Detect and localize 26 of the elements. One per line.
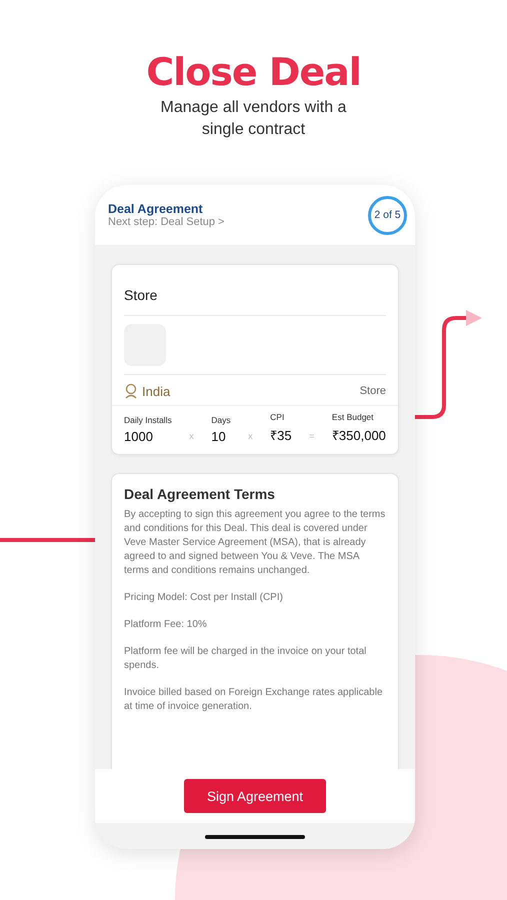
step-indicator: 2 of 5 bbox=[368, 196, 407, 234]
sign-agreement-button[interactable]: Sign Agreement bbox=[184, 779, 326, 813]
store-type: Store bbox=[360, 385, 386, 397]
store-title: Store bbox=[124, 265, 386, 316]
metric-value: ₹350,000 bbox=[332, 427, 386, 444]
terms-paragraph: Pricing Model: Cost per Install (CPI) bbox=[124, 591, 284, 605]
terms-paragraph: Invoice billed based on Foreign Exchange rates applicable at time of invoice generation. bbox=[124, 686, 384, 714]
metric-label: CPI bbox=[270, 412, 286, 422]
metric-value: 1000 bbox=[124, 429, 154, 444]
country: India bbox=[142, 384, 170, 398]
next-step-link[interactable]: Next step: Deal Setup > bbox=[108, 216, 224, 228]
metric-label: Daily Installs bbox=[124, 415, 172, 425]
operator: = bbox=[309, 431, 314, 443]
terms-paragraph: By accepting to sign this agreement you agree to the terms and conditions for this Deal. This deal is covered under Veve Master Service Agreement (MSA), that is already agreed to and signed between You & Veve. The MSA terms and conditions remains unchanged. bbox=[124, 508, 386, 578]
terms-title: Deal Agreement Terms bbox=[124, 486, 276, 502]
metric-value: ₹35 bbox=[270, 427, 292, 444]
terms-paragraph: Platform Fee: 10% bbox=[124, 618, 208, 632]
operator: x bbox=[189, 431, 194, 443]
metric-label: Days bbox=[211, 415, 231, 425]
metric-value: 10 bbox=[211, 429, 227, 444]
operator: x bbox=[248, 431, 253, 443]
subtitle: Manage all vendors with a single contract bbox=[160, 98, 348, 140]
metric-label: Est Budget bbox=[332, 412, 375, 422]
headline: Close Deal bbox=[145, 50, 362, 94]
screen-title: Deal Agreement bbox=[108, 202, 204, 216]
terms-paragraph: Platform fee will be charged in the invoice on your total spends. bbox=[124, 645, 368, 673]
